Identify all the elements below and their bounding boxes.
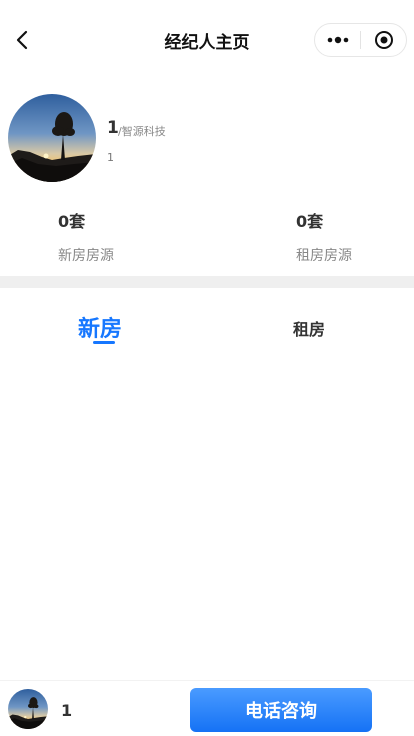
close-mini-program-button[interactable]: [361, 24, 406, 56]
bottom-agent-name: 1: [61, 701, 73, 720]
agent-avatar: [8, 94, 96, 182]
section-divider: [0, 276, 414, 288]
agent-subtitle: 1: [107, 151, 114, 164]
sunset-tree-photo: [8, 689, 48, 729]
target-circle-icon: [374, 31, 393, 49]
phone-consult-button[interactable]: 电话咨询: [190, 688, 372, 732]
navigation-bar: 经纪人主页: [0, 0, 414, 80]
rental-count: 0套: [296, 212, 324, 231]
tab-rental[interactable]: 租房: [293, 316, 325, 340]
more-dots-icon: [327, 36, 348, 44]
new-house-count: 0套: [58, 212, 86, 231]
mini-program-capsule: [314, 23, 407, 57]
new-house-label: 新房房源: [58, 248, 114, 264]
bottom-avatar: [8, 689, 48, 729]
tab-new-house[interactable]: 新房: [78, 311, 122, 343]
sunset-tree-photo: [8, 94, 96, 182]
rental-label: 租房房源: [296, 248, 352, 264]
more-menu-button[interactable]: [315, 24, 360, 56]
agent-company: /智源科技: [118, 125, 166, 138]
active-tab-indicator: [93, 341, 115, 344]
bottom-bar: 1 电话咨询: [0, 680, 414, 736]
